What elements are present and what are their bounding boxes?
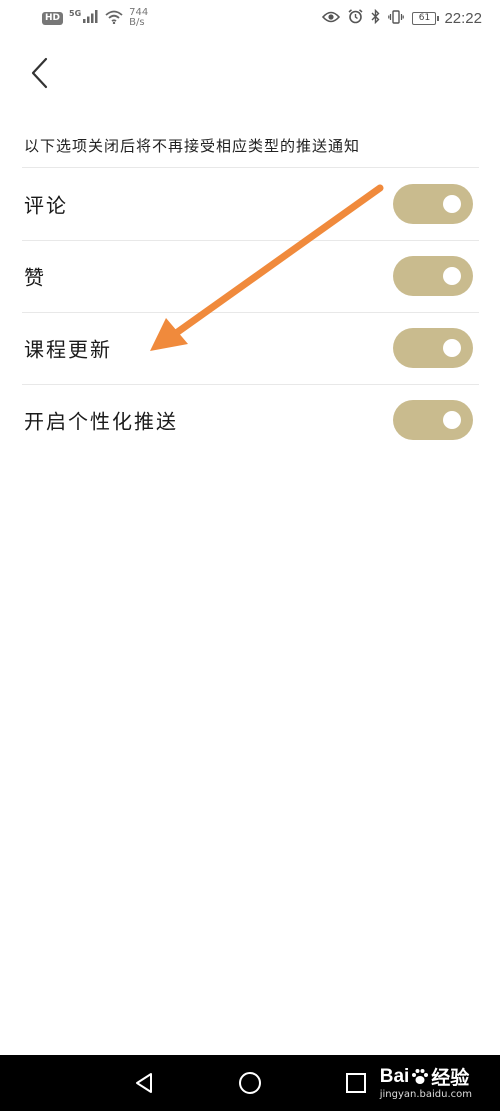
nav-home-button[interactable]	[236, 1069, 264, 1097]
toggle-knob	[443, 339, 461, 357]
bluetooth-icon	[371, 8, 380, 27]
hd-badge: HD	[42, 11, 64, 25]
back-button[interactable]	[24, 55, 56, 91]
setting-row-likes: 赞	[0, 240, 500, 312]
battery-level: 61	[418, 13, 431, 23]
status-bar-right: 61 22:22	[322, 8, 482, 27]
alarm-icon	[348, 9, 363, 27]
watermark-brand-suffix: 经验	[431, 1068, 470, 1089]
notification-description: 以下选项关闭后将不再接受相应类型的推送通知	[24, 137, 361, 155]
signal-icon	[83, 10, 99, 26]
network-type: 5G	[69, 8, 82, 18]
clock: 22:22	[444, 9, 482, 27]
square-recents-icon	[346, 1073, 366, 1093]
watermark-url: jingyan.baidu.com	[379, 1089, 472, 1100]
setting-label: 评论	[24, 193, 68, 218]
net-speed: 744 B/s	[129, 8, 148, 28]
watermark-brand: Bai 经验	[380, 1063, 472, 1090]
toggle-comments[interactable]	[393, 184, 473, 224]
setting-row-course-updates: 课程更新	[0, 312, 500, 384]
toggle-course-updates[interactable]	[393, 328, 473, 368]
toggle-personalized-push[interactable]	[393, 400, 473, 440]
toggle-knob	[443, 267, 461, 285]
setting-row-personalized-push: 开启个性化推送	[0, 384, 500, 456]
battery-icon: 61	[412, 11, 440, 25]
baidu-jingyan-watermark: Bai 经验 jingyan.baidu.com	[379, 1063, 472, 1101]
nav-back-button[interactable]	[130, 1069, 158, 1097]
toggle-knob	[443, 411, 461, 429]
setting-label: 赞	[24, 265, 46, 290]
setting-label: 开启个性化推送	[24, 409, 178, 434]
paw-icon	[411, 1068, 429, 1086]
toggle-likes[interactable]	[393, 256, 473, 296]
net-speed-unit: B/s	[129, 17, 145, 28]
wifi-icon	[105, 10, 123, 27]
navigation-bar: Bai 经验 jingyan.baidu.com	[0, 1055, 500, 1111]
nav-recents-button[interactable]	[342, 1069, 370, 1097]
chevron-left-icon	[31, 57, 48, 89]
status-bar-left: HD 5G 744 B/s	[42, 8, 148, 28]
triangle-back-icon	[136, 1073, 152, 1093]
eye-icon	[322, 11, 341, 26]
setting-row-comments: 评论	[0, 168, 500, 240]
toggle-knob	[443, 195, 461, 213]
status-bar: HD 5G 744 B/s 61 22:22	[0, 0, 500, 36]
setting-label: 课程更新	[24, 337, 112, 362]
circle-home-icon	[239, 1072, 261, 1094]
watermark-brand-prefix: Bai	[379, 1065, 410, 1087]
vibrate-icon	[388, 9, 405, 27]
